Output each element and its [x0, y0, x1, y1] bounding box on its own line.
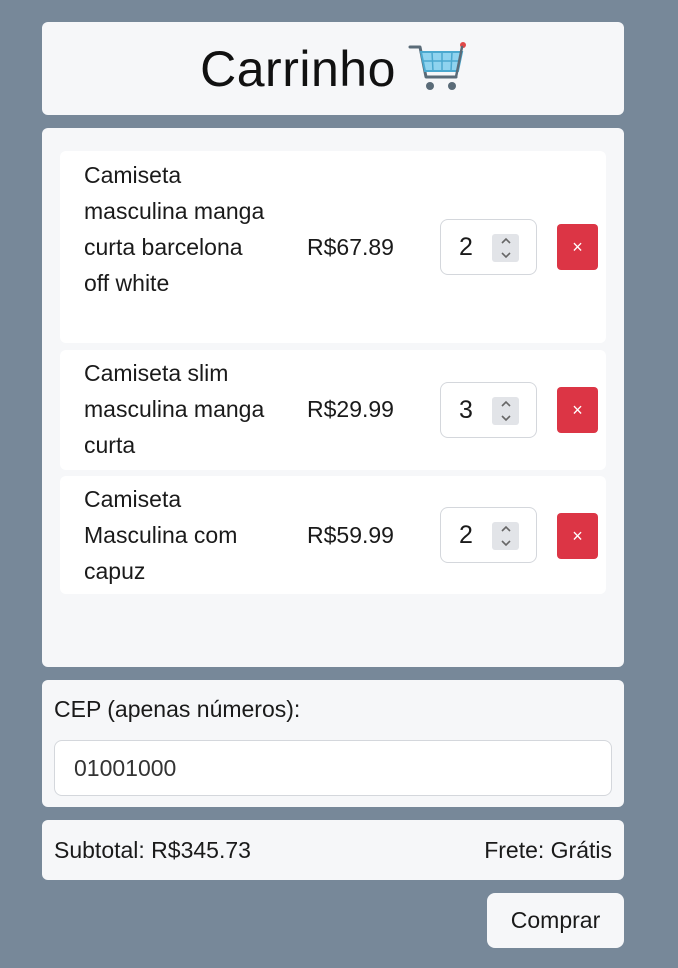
quantity-value[interactable]: 2	[459, 508, 473, 562]
quantity-stepper[interactable]: 2	[440, 507, 537, 563]
remove-item-button[interactable]: ×	[557, 224, 598, 270]
item-name: Camiseta masculina manga curta barcelona…	[84, 162, 265, 296]
quantity-value[interactable]: 2	[459, 220, 473, 274]
cart-item: Camiseta slim masculina manga curta R$29…	[60, 350, 606, 470]
cep-panel: CEP (apenas números):	[42, 680, 624, 807]
spinner[interactable]	[492, 234, 519, 262]
shipping-cost-text: Frete: Grátis	[484, 837, 612, 863]
item-name: Camiseta slim masculina manga curta	[84, 360, 265, 458]
cep-label: CEP (apenas números):	[54, 696, 301, 722]
chevron-up-icon[interactable]	[492, 397, 519, 411]
quantity-stepper[interactable]: 2	[440, 219, 537, 275]
chevron-down-icon[interactable]	[492, 248, 519, 262]
spinner[interactable]	[492, 522, 519, 550]
remove-item-button[interactable]: ×	[557, 387, 598, 433]
remove-item-button[interactable]: ×	[557, 513, 598, 559]
header-panel: Carrinho	[42, 22, 624, 115]
item-name: Camiseta Masculina com capuz	[84, 486, 238, 584]
totals-panel: Subtotal: R$345.73 Frete: Grátis	[42, 820, 624, 880]
chevron-down-icon[interactable]	[492, 411, 519, 425]
chevron-down-icon[interactable]	[492, 536, 519, 550]
page-title: Carrinho	[200, 40, 396, 97]
shopping-cart-icon	[408, 41, 466, 97]
cart-item: Camiseta Masculina com capuz R$59.99 2 ×	[60, 476, 606, 594]
close-icon: ×	[572, 236, 583, 257]
close-icon: ×	[572, 399, 583, 420]
buy-button[interactable]: Comprar	[487, 893, 624, 948]
item-price: R$59.99	[307, 522, 394, 548]
item-price: R$29.99	[307, 396, 394, 422]
cart-item: Camiseta masculina manga curta barcelona…	[60, 151, 606, 343]
item-price: R$67.89	[307, 234, 394, 260]
close-icon: ×	[572, 525, 583, 546]
chevron-up-icon[interactable]	[492, 522, 519, 536]
quantity-value[interactable]: 3	[459, 383, 473, 437]
cart-list: Camiseta masculina manga curta barcelona…	[42, 128, 624, 667]
quantity-stepper[interactable]: 3	[440, 382, 537, 438]
spinner[interactable]	[492, 397, 519, 425]
cep-input[interactable]	[54, 740, 612, 796]
chevron-up-icon[interactable]	[492, 234, 519, 248]
subtotal-text: Subtotal: R$345.73	[54, 837, 251, 863]
